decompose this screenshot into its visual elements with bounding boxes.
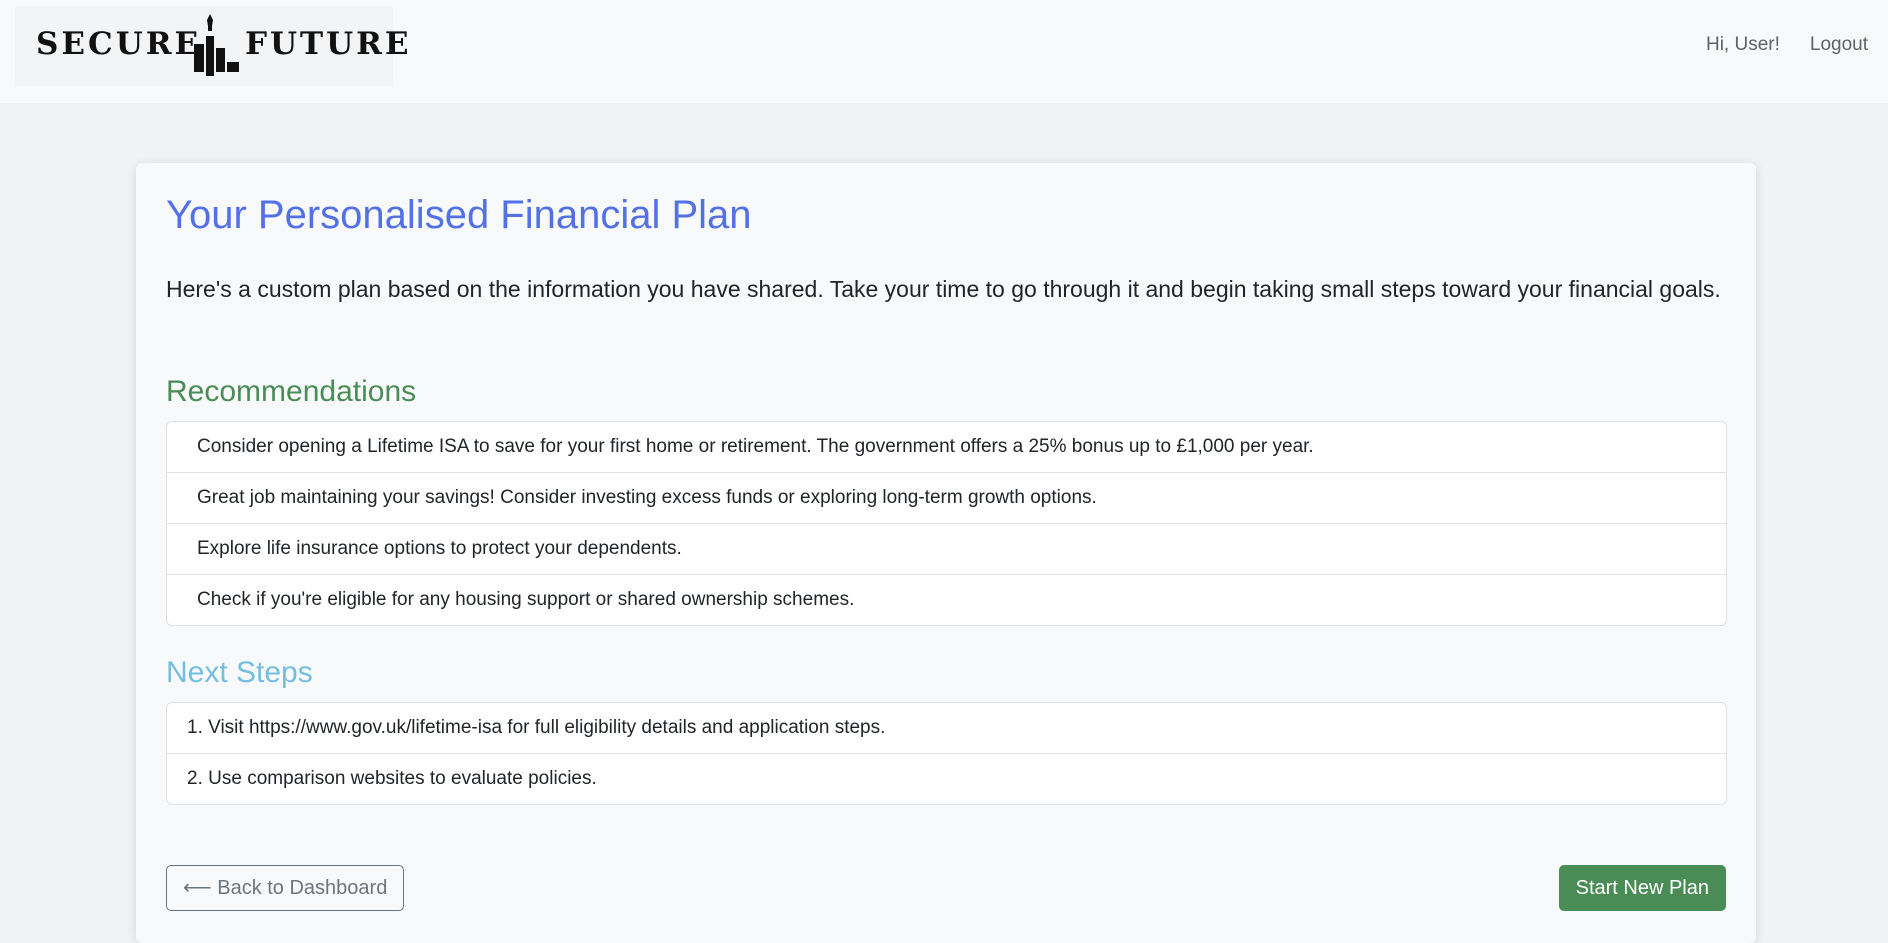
next-steps-list: 1. Visit https://www.gov.uk/lifetime-isa… bbox=[166, 702, 1727, 805]
recommendation-item: Check if you're eligible for any housing… bbox=[197, 589, 855, 610]
recommendation-item: Explore life insurance options to protec… bbox=[167, 524, 1726, 575]
recommendations-heading: Recommendations bbox=[166, 375, 417, 408]
next-step-item: 2. Use comparison websites to evaluate p… bbox=[187, 768, 597, 789]
back-to-dashboard-button[interactable]: ⟵ Back to Dashboard bbox=[166, 865, 405, 911]
logout-link[interactable]: Logout bbox=[1810, 34, 1868, 56]
recommendations-list: Consider opening a Lifetime ISA to save … bbox=[166, 421, 1727, 626]
user-greeting-link[interactable]: Hi, User! bbox=[1706, 34, 1780, 56]
brand-right-word: FUTURE bbox=[245, 26, 412, 62]
navbar: SECURE FUTURE Hi, User! Logout bbox=[0, 0, 1888, 103]
recommendation-item: Consider opening a Lifetime ISA to save … bbox=[167, 422, 1726, 473]
plan-card: Your Personalised Financial Plan Here's … bbox=[136, 163, 1756, 943]
plan-intro: Here's a custom plan based on the inform… bbox=[166, 276, 1721, 302]
brand-logo[interactable]: SECURE FUTURE bbox=[15, 6, 409, 86]
next-steps-heading: Next Steps bbox=[166, 656, 313, 689]
next-step-item: 1. Visit https://www.gov.uk/lifetime-isa… bbox=[167, 703, 1726, 754]
page-title: Your Personalised Financial Plan bbox=[166, 193, 752, 237]
recommendation-item: Great job maintaining your savings! Cons… bbox=[167, 473, 1726, 524]
start-new-plan-button[interactable]: Start New Plan bbox=[1558, 865, 1726, 911]
bar-chart-rocket-icon bbox=[194, 14, 239, 76]
user-nav: Hi, User! Logout bbox=[1706, 34, 1868, 56]
